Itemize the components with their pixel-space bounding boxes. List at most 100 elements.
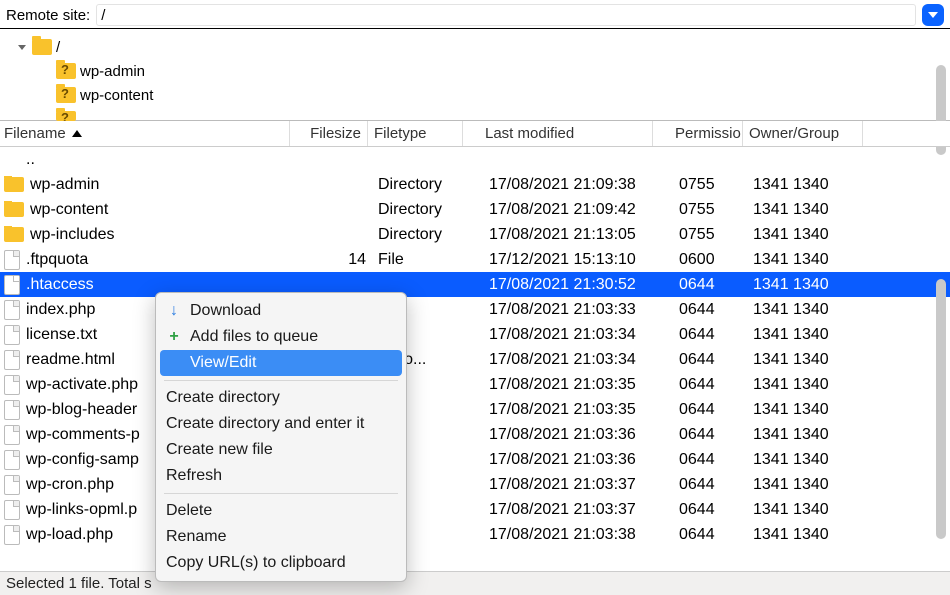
header-filesize[interactable]: Filesize	[290, 121, 368, 146]
file-row[interactable]: wp-contentDirectory17/08/2021 21:09:4207…	[0, 197, 950, 222]
context-delete[interactable]: Delete	[156, 498, 406, 524]
context-create-directory-enter[interactable]: Create directory and enter it	[156, 411, 406, 437]
file-row[interactable]: wp-cron.php-file17/08/2021 21:03:3706441…	[0, 472, 950, 497]
header-permissions[interactable]: Permissio	[653, 121, 743, 146]
header-filetype[interactable]: Filetype	[368, 121, 463, 146]
file-perm: 0644	[657, 501, 747, 519]
header-owner-group[interactable]: Owner/Group	[743, 121, 863, 146]
file-name: wp-comments-p	[26, 426, 140, 444]
file-icon	[4, 475, 20, 495]
file-type: Directory	[372, 176, 467, 194]
file-own: 1341 1340	[747, 251, 867, 269]
file-perm: 0755	[657, 201, 747, 219]
tree-root-label: /	[56, 39, 60, 56]
file-perm: 0644	[657, 476, 747, 494]
remote-path-dropdown[interactable]	[922, 4, 944, 26]
folder-unknown-icon	[56, 87, 76, 103]
remote-site-label: Remote site:	[6, 7, 90, 24]
context-copy-urls[interactable]: Copy URL(s) to clipboard	[156, 550, 406, 576]
remote-path-input[interactable]	[96, 4, 916, 26]
file-row[interactable]: wp-comments-p-file17/08/2021 21:03:36064…	[0, 422, 950, 447]
file-name: wp-includes	[30, 226, 114, 244]
file-name: license.txt	[26, 326, 97, 344]
file-row[interactable]: wp-activate.php-file17/08/2021 21:03:350…	[0, 372, 950, 397]
remote-site-bar: Remote site:	[0, 0, 950, 29]
file-own: 1341 1340	[747, 476, 867, 494]
sort-ascending-icon	[72, 130, 82, 137]
file-row[interactable]: wp-load.php-file17/08/2021 21:03:3806441…	[0, 522, 950, 547]
file-own: 1341 1340	[747, 276, 867, 294]
chevron-down-icon	[18, 45, 26, 50]
file-own: 1341 1340	[747, 401, 867, 419]
file-perm: 0644	[657, 376, 747, 394]
scrollbar-thumb[interactable]	[936, 279, 946, 539]
status-text: Selected 1 file. Total s	[6, 575, 152, 592]
header-last-modified[interactable]: Last modified	[463, 121, 653, 146]
context-refresh[interactable]: Refresh	[156, 463, 406, 489]
file-mod: 17/08/2021 21:09:42	[467, 201, 657, 219]
add-icon: +	[166, 328, 182, 346]
file-icon	[4, 450, 20, 470]
file-own: 1341 1340	[747, 201, 867, 219]
file-mod: 17/08/2021 21:13:05	[467, 226, 657, 244]
file-icon	[4, 300, 20, 320]
file-row[interactable]: .ftpquota14File17/12/2021 15:13:10060013…	[0, 247, 950, 272]
menu-separator	[164, 380, 398, 381]
tree-root-row[interactable]: /	[4, 35, 950, 59]
file-perm: 0600	[657, 251, 747, 269]
file-icon	[4, 375, 20, 395]
folder-icon	[4, 227, 24, 242]
context-add-to-queue[interactable]: + Add files to queue	[156, 324, 406, 350]
file-icon	[4, 325, 20, 345]
menu-separator	[164, 493, 398, 494]
file-own: 1341 1340	[747, 351, 867, 369]
file-list[interactable]: ..wp-adminDirectory17/08/2021 21:09:3807…	[0, 147, 950, 549]
tree-item[interactable]: wp-admin	[44, 59, 950, 83]
file-own: 1341 1340	[747, 176, 867, 194]
context-create-directory[interactable]: Create directory	[156, 385, 406, 411]
context-create-new-file[interactable]: Create new file	[156, 437, 406, 463]
file-mod: 17/08/2021 21:03:38	[467, 526, 657, 544]
tree-item[interactable]: wp-content	[44, 83, 950, 107]
file-row[interactable]: .htaccess17/08/2021 21:30:5206441341 134…	[0, 272, 950, 297]
folder-unknown-icon	[56, 63, 76, 79]
file-own: 1341 1340	[747, 301, 867, 319]
file-icon	[4, 400, 20, 420]
file-name: index.php	[26, 301, 95, 319]
file-icon	[4, 500, 20, 520]
context-view-edit[interactable]: View/Edit	[160, 350, 402, 376]
file-row[interactable]: index.php-file17/08/2021 21:03:330644134…	[0, 297, 950, 322]
file-icon	[4, 250, 20, 270]
tree-expand-toggle[interactable]	[16, 41, 28, 53]
file-own: 1341 1340	[747, 526, 867, 544]
file-row[interactable]: wp-blog-header-file17/08/2021 21:03:3506…	[0, 397, 950, 422]
context-menu: ↓ Download + Add files to queue View/Edi…	[155, 292, 407, 582]
file-mod: 17/08/2021 21:30:52	[467, 276, 657, 294]
file-name: wp-cron.php	[26, 476, 114, 494]
context-rename[interactable]: Rename	[156, 524, 406, 550]
header-filename[interactable]: Filename	[0, 121, 290, 146]
tree-item-label: wp-content	[80, 87, 153, 104]
folder-icon	[32, 39, 52, 55]
file-mod: 17/08/2021 21:03:36	[467, 451, 657, 469]
file-row[interactable]: wp-links-opml.p-file17/08/2021 21:03:370…	[0, 497, 950, 522]
file-own: 1341 1340	[747, 226, 867, 244]
file-perm: 0644	[657, 301, 747, 319]
file-perm: 0644	[657, 451, 747, 469]
file-perm: 0644	[657, 526, 747, 544]
file-perm: 0644	[657, 351, 747, 369]
file-row[interactable]: readme.htmlIL do...17/08/2021 21:03:3406…	[0, 347, 950, 372]
file-mod: 17/08/2021 21:03:35	[467, 376, 657, 394]
file-name: readme.html	[26, 351, 115, 369]
file-own: 1341 1340	[747, 376, 867, 394]
file-row[interactable]: wp-includesDirectory17/08/2021 21:13:050…	[0, 222, 950, 247]
file-row[interactable]: ..	[0, 147, 950, 172]
file-row[interactable]: license.txtile17/08/2021 21:03:340644134…	[0, 322, 950, 347]
file-row[interactable]: wp-config-samp-file17/08/2021 21:03:3606…	[0, 447, 950, 472]
file-perm: 0755	[657, 226, 747, 244]
context-download[interactable]: ↓ Download	[156, 298, 406, 324]
file-row[interactable]: wp-adminDirectory17/08/2021 21:09:380755…	[0, 172, 950, 197]
file-perm: 0644	[657, 426, 747, 444]
file-perm: 0644	[657, 326, 747, 344]
file-list-header: Filename Filesize Filetype Last modified…	[0, 121, 950, 147]
